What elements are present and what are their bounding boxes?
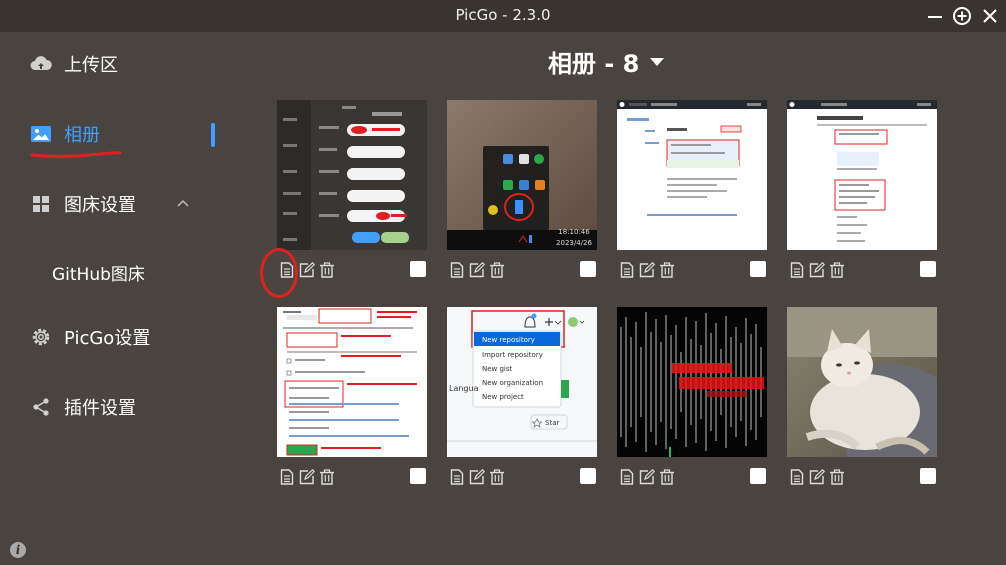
window-title: PicGo - 2.3.0 <box>455 6 551 24</box>
document-icon[interactable] <box>618 468 636 486</box>
minimize-icon[interactable] <box>924 5 946 27</box>
edit-icon[interactable] <box>638 468 656 486</box>
red-annotation-circle <box>260 248 298 298</box>
select-checkbox[interactable] <box>410 468 426 484</box>
sidebar-item-label: 上传区 <box>64 55 118 76</box>
settings-screenshot-image <box>277 100 427 250</box>
image-actions <box>788 261 846 279</box>
grid-icon <box>30 193 52 215</box>
select-checkbox[interactable] <box>920 468 936 484</box>
chevron-up-icon[interactable] <box>176 198 190 208</box>
svg-text:Import repository: Import repository <box>482 351 543 359</box>
edit-icon[interactable] <box>298 468 316 486</box>
image-thumbnail[interactable] <box>617 307 767 457</box>
trash-icon[interactable] <box>828 261 846 279</box>
edit-icon[interactable] <box>468 261 486 279</box>
image-thumbnail[interactable] <box>277 100 427 250</box>
sidebar-item-picgo-settings[interactable]: PicGo设置 <box>30 322 150 352</box>
select-checkbox[interactable] <box>750 261 766 277</box>
trash-icon[interactable] <box>828 468 846 486</box>
edit-icon[interactable] <box>808 468 826 486</box>
share-icon <box>30 396 52 418</box>
cloud-upload-icon <box>30 53 52 75</box>
image-actions <box>448 468 506 486</box>
svg-text:2023/4/26: 2023/4/26 <box>556 239 592 247</box>
document-icon[interactable] <box>448 261 466 279</box>
document-icon[interactable] <box>448 468 466 486</box>
trash-icon[interactable] <box>658 261 676 279</box>
gear-icon <box>30 326 52 348</box>
edit-icon[interactable] <box>468 468 486 486</box>
red-annotation-underline <box>30 151 122 158</box>
active-indicator <box>211 123 215 147</box>
svg-text:Star: Star <box>545 419 559 427</box>
image-thumbnail[interactable]: 18:10:46 2023/4/26 <box>447 100 597 250</box>
sidebar-item-image-hosting[interactable]: 图床设置 <box>30 189 136 219</box>
trash-icon[interactable] <box>318 468 336 486</box>
document-icon[interactable] <box>788 468 806 486</box>
plus-circle-icon[interactable] <box>951 5 973 27</box>
sidebar-item-album[interactable]: 相册 <box>30 119 100 149</box>
image-actions <box>448 261 506 279</box>
document-icon[interactable] <box>278 468 296 486</box>
github-new-menu-screenshot-image: New repository Import repository New gis… <box>447 307 597 457</box>
image-thumbnail[interactable] <box>787 307 937 457</box>
svg-text:New organization: New organization <box>482 379 543 387</box>
sidebar-item-label: 相册 <box>64 125 100 146</box>
info-icon[interactable]: i <box>10 542 26 558</box>
trash-icon[interactable] <box>488 468 506 486</box>
taskbar-screenshot-image: 18:10:46 2023/4/26 <box>447 100 597 250</box>
album-title: 相册 - 8 <box>548 50 640 78</box>
select-checkbox[interactable] <box>580 468 596 484</box>
svg-text:New repository: New repository <box>482 336 535 344</box>
sidebar: 上传区 相册 图床设置 GitHub图床 PicGo设置 插件设置 <box>0 32 240 565</box>
image-thumbnail[interactable] <box>617 100 767 250</box>
image-actions <box>278 468 336 486</box>
image-thumbnail[interactable] <box>787 100 937 250</box>
trash-icon[interactable] <box>658 468 676 486</box>
trash-icon[interactable] <box>318 261 336 279</box>
sidebar-item-label: 图床设置 <box>64 195 136 216</box>
github-page-screenshot-image <box>617 100 767 250</box>
sidebar-item-label: 插件设置 <box>64 398 136 419</box>
waveform-image <box>617 307 767 457</box>
sidebar-item-label: PicGo设置 <box>64 328 151 349</box>
svg-text:Langua: Langua <box>449 384 479 393</box>
select-checkbox[interactable] <box>750 468 766 484</box>
image-actions <box>618 468 676 486</box>
sidebar-item-plugins[interactable]: 插件设置 <box>30 392 136 422</box>
select-checkbox[interactable] <box>580 261 596 277</box>
close-icon[interactable] <box>979 5 1001 27</box>
github-settings-screenshot-image <box>787 100 937 250</box>
select-checkbox[interactable] <box>920 261 936 277</box>
edit-icon[interactable] <box>298 261 316 279</box>
sidebar-item-upload[interactable]: 上传区 <box>30 49 118 79</box>
image-thumbnail[interactable] <box>277 307 427 457</box>
document-icon[interactable] <box>618 261 636 279</box>
album-header[interactable]: 相册 - 8 <box>548 44 665 79</box>
svg-text:New project: New project <box>482 393 524 401</box>
caret-down-icon[interactable] <box>649 57 665 67</box>
github-create-repo-screenshot-image <box>277 307 427 457</box>
title-bar: PicGo - 2.3.0 <box>0 0 1006 32</box>
select-checkbox[interactable] <box>410 261 426 277</box>
image-actions <box>618 261 676 279</box>
svg-text:New gist: New gist <box>482 365 513 373</box>
cat-photo-image <box>787 307 937 457</box>
document-icon[interactable] <box>788 261 806 279</box>
image-icon <box>30 123 52 145</box>
sidebar-item-github[interactable]: GitHub图床 <box>52 260 145 285</box>
trash-icon[interactable] <box>488 261 506 279</box>
edit-icon[interactable] <box>638 261 656 279</box>
edit-icon[interactable] <box>808 261 826 279</box>
svg-text:18:10:46: 18:10:46 <box>558 228 590 236</box>
image-actions <box>788 468 846 486</box>
image-thumbnail[interactable]: New repository Import repository New gis… <box>447 307 597 457</box>
